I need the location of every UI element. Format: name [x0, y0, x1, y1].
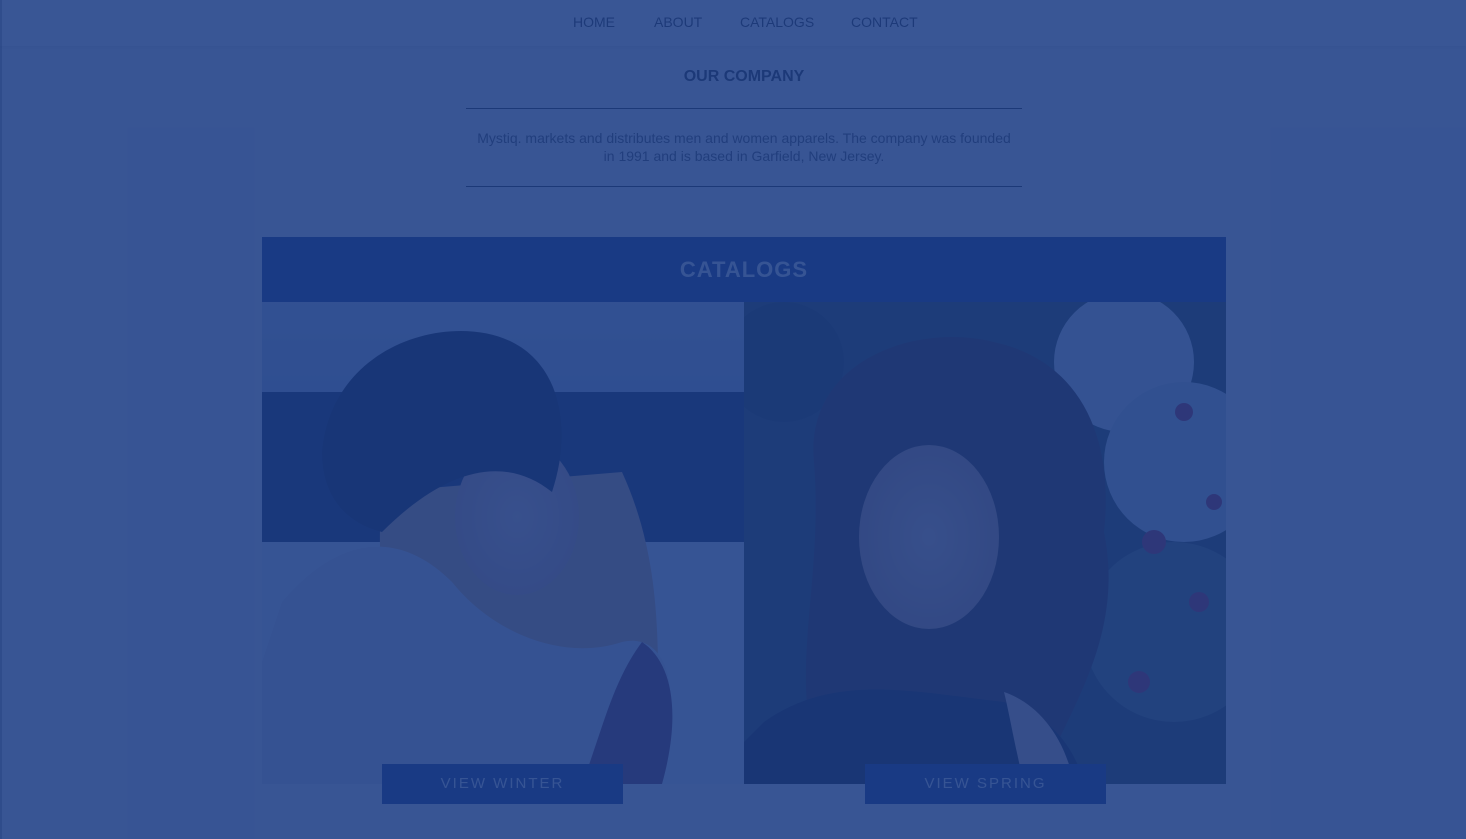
- winter-catalog-photo[interactable]: [262, 302, 744, 784]
- nav-menu: HOME ABOUT CATALOGS CONTACT: [0, 0, 1466, 46]
- top-navbar: HOME ABOUT CATALOGS CONTACT: [0, 0, 1466, 46]
- catalogs-section: CATALOGS: [262, 237, 1226, 784]
- catalogs-title: CATALOGS: [679, 257, 809, 282]
- view-winter-button[interactable]: VIEW WINTER: [382, 764, 623, 804]
- woman-in-winter-beanie-photo-image: [262, 302, 744, 784]
- page: HOME ABOUT CATALOGS CONTACT OUR COMPANY …: [0, 0, 1466, 839]
- woman-with-curly-hair-photo-image: [744, 302, 1226, 784]
- catalogs-header: CATALOGS: [262, 237, 1226, 302]
- nav-contact-link[interactable]: CONTACT: [851, 14, 918, 30]
- bottom-divider: [466, 186, 1022, 187]
- nav-home-link[interactable]: HOME: [573, 14, 615, 30]
- nav-about-link[interactable]: ABOUT: [654, 14, 702, 30]
- company-description: Mystiq. markets and distributes men and …: [477, 130, 1011, 164]
- spring-catalog-photo[interactable]: [744, 302, 1226, 784]
- top-divider: [466, 108, 1022, 109]
- view-spring-button[interactable]: VIEW SPRING: [865, 764, 1106, 804]
- nav-catalogs-link[interactable]: CATALOGS: [740, 14, 814, 30]
- window-left-edge: [0, 0, 2, 839]
- company-section-title: OUR COMPANY: [683, 68, 805, 85]
